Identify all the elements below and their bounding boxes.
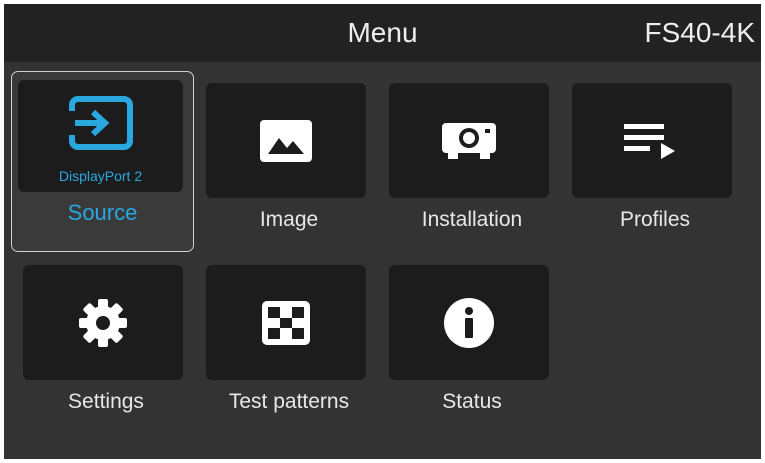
settings-label: Settings (68, 390, 144, 413)
header-bar: Menu FS40-4K (4, 4, 761, 62)
status-tile-box (389, 265, 549, 380)
installation-tile[interactable]: Installation (383, 72, 561, 245)
installation-tile-box (389, 83, 549, 198)
profiles-tile[interactable]: Profiles (566, 72, 744, 245)
settings-tile[interactable]: Settings (17, 254, 195, 427)
test-patterns-label: Test patterns (228, 390, 350, 413)
info-icon (444, 297, 494, 348)
installation-label: Installation (421, 208, 523, 231)
status-tile[interactable]: Status (383, 254, 561, 427)
gear-icon (79, 298, 127, 347)
image-tile-box (206, 83, 366, 198)
source-input-icon (67, 95, 133, 150)
source-label: Source (67, 200, 138, 225)
projector-icon (442, 122, 496, 159)
playlist-icon (624, 123, 675, 159)
menu-screen: Menu FS40-4K DisplayPort 2 Source Image (4, 4, 761, 459)
status-label: Status (442, 390, 502, 413)
image-label: Image (259, 208, 319, 231)
settings-tile-box (23, 265, 183, 380)
source-sublabel: DisplayPort 2 (58, 168, 143, 184)
image-tile[interactable]: Image (200, 72, 378, 245)
checkerboard-icon (262, 300, 310, 345)
source-tile-box: DisplayPort 2 (18, 80, 183, 192)
source-tile[interactable]: DisplayPort 2 Source (11, 71, 194, 252)
test-patterns-tile-box (206, 265, 366, 380)
model-name: FS40-4K (644, 17, 756, 48)
profiles-tile-box (572, 83, 732, 198)
test-patterns-tile[interactable]: Test patterns (200, 254, 378, 427)
profiles-label: Profiles (619, 208, 691, 231)
image-icon (260, 119, 312, 162)
